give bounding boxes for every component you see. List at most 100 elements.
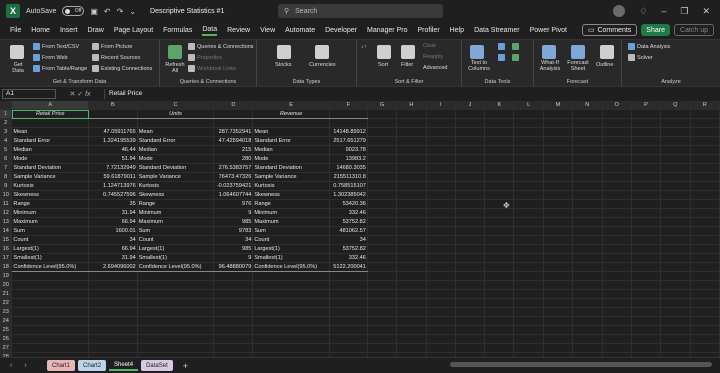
cell-o6[interactable] xyxy=(602,154,632,164)
cell-h4[interactable] xyxy=(396,136,427,146)
formula-input[interactable]: Retail Price xyxy=(104,88,720,99)
cell-e14[interactable]: Sum xyxy=(252,226,330,236)
spreadsheet-grid[interactable]: ABCDEFGHIJKLMNOPQR 1 Retail Price Units Rev… xyxy=(0,101,720,357)
cell-r11[interactable] xyxy=(690,199,720,209)
cell-o12[interactable] xyxy=(602,208,632,218)
restore-icon[interactable]: ❐ xyxy=(680,6,688,17)
cell-e24[interactable] xyxy=(252,316,330,326)
cell-c6[interactable]: Mode xyxy=(137,154,215,164)
cell-p10[interactable] xyxy=(631,190,662,200)
cell-k5[interactable] xyxy=(484,145,515,155)
cell-b18[interactable]: 2.694096002 xyxy=(88,262,138,272)
cell-e26[interactable] xyxy=(252,334,330,344)
cell-m3[interactable] xyxy=(543,127,574,137)
cell-q27[interactable] xyxy=(660,343,691,353)
cell-a6[interactable]: Mode xyxy=(11,154,90,164)
cell-f16[interactable]: 53752.82 xyxy=(329,244,368,254)
cell-g12[interactable] xyxy=(367,208,398,218)
cell-c14[interactable]: Sum xyxy=(137,226,215,236)
cell-g24[interactable] xyxy=(367,316,398,326)
cell-i13[interactable] xyxy=(426,217,456,227)
forecast-sheet-button[interactable]: Forecast Sheet xyxy=(566,60,590,72)
cell-l15[interactable] xyxy=(513,235,544,245)
cell-h2[interactable] xyxy=(396,118,427,128)
cell-g23[interactable] xyxy=(367,307,398,317)
cell-p5[interactable] xyxy=(631,145,662,155)
cell-j15[interactable] xyxy=(455,235,486,245)
cell-h23[interactable] xyxy=(396,307,427,317)
properties-button[interactable]: Properties xyxy=(188,54,222,61)
clear-button[interactable]: Clear xyxy=(423,43,436,49)
cell-d19[interactable] xyxy=(213,271,254,281)
cell-j6[interactable] xyxy=(455,154,486,164)
cell-r8[interactable] xyxy=(690,172,720,182)
cell-r4[interactable] xyxy=(690,136,720,146)
cell-i22[interactable] xyxy=(426,298,456,308)
cell-a25[interactable] xyxy=(11,325,90,335)
cell-p9[interactable] xyxy=(631,181,662,191)
cell-p6[interactable] xyxy=(631,154,662,164)
cell-o25[interactable] xyxy=(602,325,632,335)
cell-e3[interactable]: Mean xyxy=(252,127,330,137)
cell-d21[interactable] xyxy=(213,289,254,299)
cell-h13[interactable] xyxy=(396,217,427,227)
cell-a5[interactable]: Median xyxy=(11,145,90,155)
cell-q2[interactable] xyxy=(660,118,691,128)
reapply-button[interactable]: Reapply xyxy=(423,54,443,60)
cell-o2[interactable] xyxy=(602,118,632,128)
cell-n17[interactable] xyxy=(572,253,603,263)
cell-h7[interactable] xyxy=(396,163,427,173)
row-header[interactable]: 8 xyxy=(0,172,13,182)
cell-p11[interactable] xyxy=(631,199,662,209)
cell-c23[interactable] xyxy=(137,307,215,317)
cell-l26[interactable] xyxy=(513,334,544,344)
row-header[interactable]: 19 xyxy=(0,271,13,281)
stocks-button[interactable]: Stocks xyxy=(275,62,292,68)
column-header-q[interactable]: Q xyxy=(660,101,691,110)
cell-j9[interactable] xyxy=(455,181,486,191)
cell-l17[interactable] xyxy=(513,253,544,263)
row-header[interactable]: 7 xyxy=(0,163,13,173)
cell-q7[interactable] xyxy=(660,163,691,173)
cell-r17[interactable] xyxy=(690,253,720,263)
cell-r2[interactable] xyxy=(690,118,720,128)
cell-i24[interactable] xyxy=(426,316,456,326)
tab-insert[interactable]: Insert xyxy=(60,27,78,34)
cell-f24[interactable] xyxy=(329,316,368,326)
cell-m22[interactable] xyxy=(543,298,574,308)
cell-k6[interactable] xyxy=(484,154,515,164)
cell-b17[interactable]: 31.94 xyxy=(88,253,138,263)
cell-n25[interactable] xyxy=(572,325,603,335)
cell-n5[interactable] xyxy=(572,145,603,155)
row-header[interactable]: 27 xyxy=(0,343,13,353)
cell-j11[interactable] xyxy=(455,199,486,209)
cell-d22[interactable] xyxy=(213,298,254,308)
cell-o27[interactable] xyxy=(602,343,632,353)
save-icon[interactable]: ▣ xyxy=(90,7,98,16)
cell-e15[interactable]: Count xyxy=(252,235,330,245)
cell-h1[interactable] xyxy=(396,109,427,119)
cell-l6[interactable] xyxy=(513,154,544,164)
cell-i14[interactable] xyxy=(426,226,456,236)
cell-b12[interactable]: 31.94 xyxy=(88,208,138,218)
cell-l24[interactable] xyxy=(513,316,544,326)
cell-p21[interactable] xyxy=(631,289,662,299)
cell-n15[interactable] xyxy=(572,235,603,245)
cell-h18[interactable] xyxy=(396,262,427,272)
cell-k13[interactable] xyxy=(484,217,515,227)
cell-m7[interactable] xyxy=(543,163,574,173)
cell-f23[interactable] xyxy=(329,307,368,317)
cell-m25[interactable] xyxy=(543,325,574,335)
cell-r12[interactable] xyxy=(690,208,720,218)
cell-q13[interactable] xyxy=(660,217,691,227)
cell-j22[interactable] xyxy=(455,298,486,308)
cell-d7[interactable]: 276.5383757 xyxy=(213,163,254,173)
cell-o26[interactable] xyxy=(602,334,632,344)
cell-o10[interactable] xyxy=(602,190,632,200)
cell-k3[interactable] xyxy=(484,127,515,137)
cell-j16[interactable] xyxy=(455,244,486,254)
cell-q9[interactable] xyxy=(660,181,691,191)
cell-r14[interactable] xyxy=(690,226,720,236)
cell-m19[interactable] xyxy=(543,271,574,281)
cell-i3[interactable] xyxy=(426,127,456,137)
